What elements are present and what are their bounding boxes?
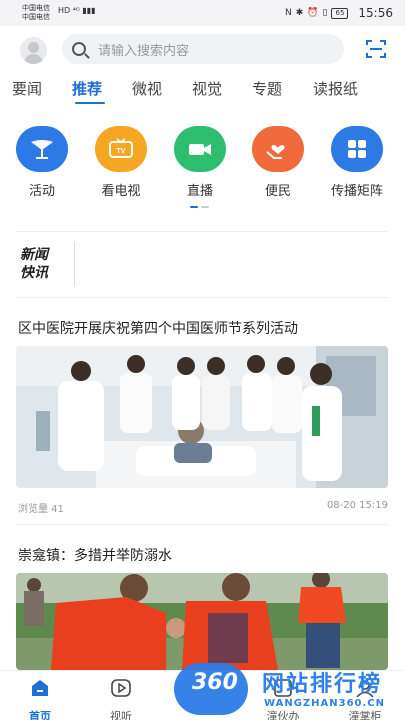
carrier-1: 中国电信 — [22, 4, 50, 12]
tab-dubaozhi[interactable]: 读报纸 — [313, 78, 358, 99]
search-bar[interactable]: 请输入搜索内容 — [62, 34, 344, 64]
quick-item-matrix[interactable]: 传播矩阵 — [321, 126, 393, 199]
watermark-number: 360 — [192, 670, 238, 695]
helping-hands-icon — [252, 126, 304, 172]
news-flash-line1: 新闻 — [20, 247, 48, 263]
nav-home[interactable]: 首页 — [10, 677, 70, 720]
nav-label: 首页 — [29, 710, 51, 720]
clock: 15:56 — [358, 6, 393, 20]
home-icon — [32, 680, 48, 696]
active-tab-indicator — [75, 102, 105, 104]
avatar[interactable] — [20, 37, 47, 64]
signal-indicator: HD ⁴ᴳ ▮▮▮ — [58, 6, 96, 15]
quick-label: 看电视 — [101, 184, 141, 199]
battery-icon: 65 — [331, 7, 349, 19]
news-flash-logo[interactable]: 新闻 快讯 — [20, 246, 48, 282]
nfc-icon: N — [285, 8, 292, 18]
quick-label: 便民 — [264, 184, 291, 199]
quick-label: 直播 — [186, 184, 213, 199]
live-camera-icon — [174, 126, 226, 172]
status-right: N ✱ ⏰ ▯ 65 15:56 — [285, 6, 393, 20]
scan-icon[interactable] — [366, 40, 386, 58]
vibrate-icon: ▯ — [322, 8, 328, 18]
header: 请输入搜索内容 — [0, 28, 405, 72]
tv-icon: TV — [95, 126, 147, 172]
tab-yaowen[interactable]: 要闻 — [12, 78, 42, 99]
bluetooth-icon: ✱ — [295, 8, 304, 18]
carrier-2: 中国电信 — [22, 13, 50, 21]
quick-item-bianmin[interactable]: 便民 — [242, 126, 314, 199]
news-flash-line2: 快讯 — [20, 265, 48, 281]
article-image[interactable] — [16, 346, 388, 488]
watermark-url: WANGZHAN360.CN — [264, 698, 386, 709]
tab-zhuanti[interactable]: 专题 — [252, 78, 282, 99]
quick-item-tv[interactable]: TV 看电视 — [85, 126, 157, 199]
divider — [16, 231, 388, 232]
article-date: 08-20 15:19 — [326, 500, 388, 511]
status-bar: 中国电信 中国电信 HD ⁴ᴳ ▮▮▮ N ✱ ⏰ ▯ 65 15:56 — [0, 0, 405, 26]
nav-shiting[interactable]: 视听 — [91, 677, 151, 720]
quick-item-activity[interactable]: 活动 — [6, 126, 78, 199]
view-count: 浏览量 41 — [18, 504, 64, 515]
watermark-text: 网站排行榜 — [262, 672, 383, 697]
alarm-icon: ⏰ — [307, 8, 319, 18]
watermark-logo: 360 网站排行榜 WANGZHAN360.CN — [172, 660, 405, 720]
quick-item-live[interactable]: 直播 — [164, 126, 236, 199]
nav-label: 视听 — [110, 710, 132, 720]
search-icon — [72, 42, 86, 56]
news-flash-separator — [74, 242, 75, 286]
quick-label: 传播矩阵 — [330, 184, 383, 199]
search-input[interactable]: 请输入搜索内容 — [98, 40, 189, 59]
tab-weishi[interactable]: 微视 — [132, 78, 162, 99]
article-meta: 浏览量 41 08-20 15:19 — [18, 500, 388, 515]
grid-icon — [331, 126, 383, 172]
divider — [16, 524, 388, 525]
article-title[interactable]: 崇龛镇：多措并举防溺水 — [18, 545, 172, 565]
divider — [16, 297, 388, 298]
article-title[interactable]: 区中医院开展庆祝第四个中国医师节系列活动 — [18, 318, 298, 338]
svg-text:TV: TV — [117, 148, 126, 155]
quick-icons: 活动 TV 看电视 直播 便民 传播矩阵 — [0, 126, 405, 201]
page-indicator — [190, 206, 209, 208]
activity-icon — [16, 126, 68, 172]
play-icon — [111, 679, 131, 697]
article-image[interactable] — [16, 573, 388, 670]
tab-tuijian[interactable]: 推荐 — [72, 78, 102, 99]
channel-tabs: 要闻 推荐 微视 视觉 专题 读报纸 — [0, 78, 405, 104]
tab-shijue[interactable]: 视觉 — [192, 78, 222, 99]
quick-label: 活动 — [28, 184, 55, 199]
